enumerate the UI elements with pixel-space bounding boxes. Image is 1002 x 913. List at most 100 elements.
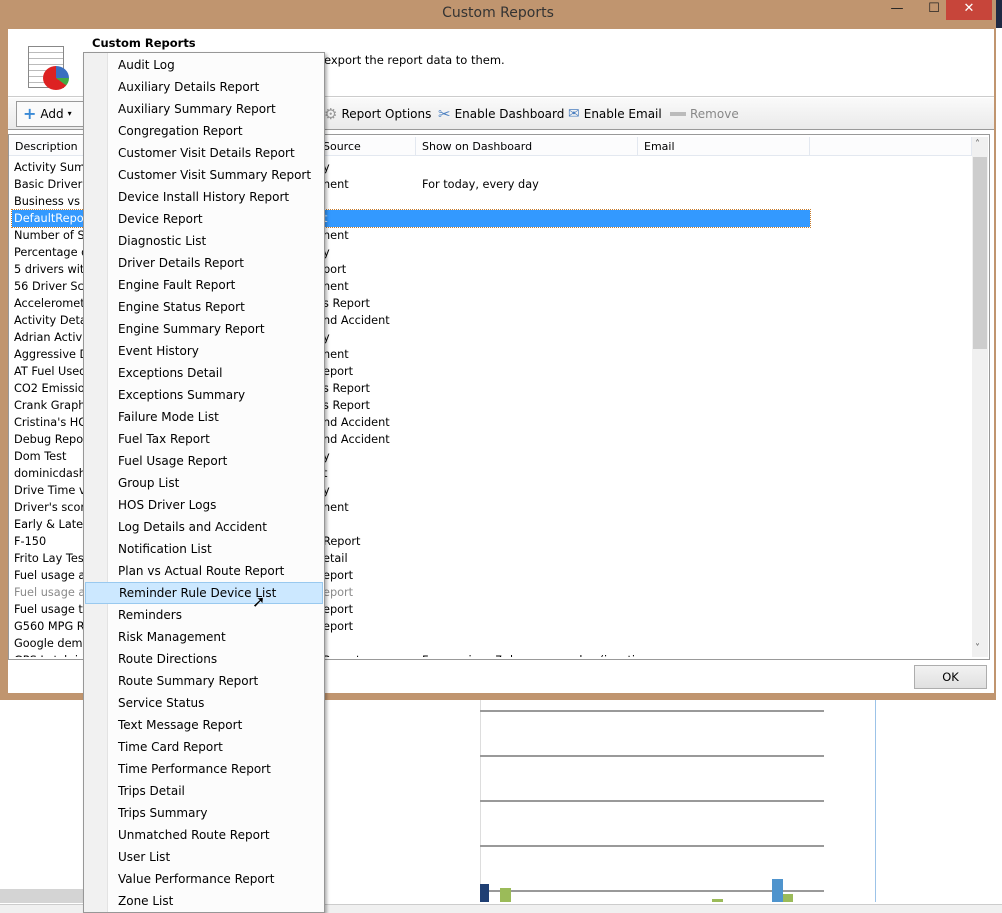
- menu-item[interactable]: Failure Mode List: [85, 406, 323, 428]
- scroll-down-icon[interactable]: ˅: [975, 643, 980, 654]
- background-edge: [996, 0, 1002, 28]
- menu-item[interactable]: Event History: [85, 340, 323, 362]
- plus-icon: +: [23, 104, 37, 123]
- gear-icon: ⚙: [324, 105, 338, 123]
- menu-item[interactable]: Engine Summary Report: [85, 318, 323, 340]
- menu-item[interactable]: Exceptions Summary: [85, 384, 323, 406]
- chart-bar: [500, 888, 511, 902]
- column-header-email[interactable]: Email: [638, 137, 810, 156]
- column-header-filler: [810, 137, 972, 156]
- menu-item[interactable]: Plan vs Actual Route Report: [85, 560, 323, 582]
- panel-divider: [875, 700, 876, 902]
- pie-chart-icon: [43, 66, 69, 90]
- enable-email-button[interactable]: ✉ Enable Email: [568, 104, 662, 124]
- report-options-button[interactable]: ⚙ Report Options: [324, 104, 431, 124]
- menu-item[interactable]: Log Details and Accident: [85, 516, 323, 538]
- report-options-label: Report Options: [341, 107, 432, 121]
- cell-source: eport: [323, 365, 354, 378]
- minus-icon: [670, 112, 686, 116]
- menu-item[interactable]: Device Report: [85, 208, 323, 230]
- cell-source: Report: [323, 535, 361, 548]
- menu-item[interactable]: Auxiliary Details Report: [85, 76, 323, 98]
- chart-gridline: [480, 755, 824, 757]
- cell-source: eport: [323, 569, 354, 582]
- ok-button[interactable]: OK: [914, 665, 987, 689]
- menu-item[interactable]: Fuel Tax Report: [85, 428, 323, 450]
- cell-source: s Report: [323, 297, 370, 310]
- menu-item[interactable]: Engine Fault Report: [85, 274, 323, 296]
- menu-item[interactable]: Exceptions Detail: [85, 362, 323, 384]
- scroll-up-icon[interactable]: ˄: [975, 139, 980, 150]
- cell-source: y: [323, 161, 330, 174]
- cell-source: nent: [323, 229, 349, 242]
- header-title: Custom Reports: [92, 36, 196, 50]
- menu-item[interactable]: User List: [85, 846, 323, 868]
- cell-source: nent: [323, 501, 349, 514]
- cell-source: Report: [323, 652, 417, 657]
- cell-dashboard: For previous 7 days, every day (inactive…: [422, 652, 642, 657]
- cell-source: y: [323, 450, 330, 463]
- cell-source: eport: [323, 620, 354, 633]
- cell-source: port: [323, 263, 347, 276]
- menu-item[interactable]: Trips Detail: [85, 780, 323, 802]
- menu-item[interactable]: Route Directions: [85, 648, 323, 670]
- add-button[interactable]: + Add ▾: [16, 101, 86, 127]
- cell-source: t: [323, 467, 328, 480]
- cell-source: eport: [323, 603, 354, 616]
- menu-item[interactable]: Group List: [85, 472, 323, 494]
- remove-button[interactable]: Remove: [670, 104, 739, 124]
- menu-item[interactable]: Trips Summary: [85, 802, 323, 824]
- menu-item[interactable]: Notification List: [85, 538, 323, 560]
- chart-bar: [480, 884, 489, 902]
- cell-source: nent: [323, 178, 349, 191]
- mouse-cursor-icon: ➚: [252, 592, 266, 611]
- menu-item[interactable]: Congregation Report: [85, 120, 323, 142]
- menu-item[interactable]: Zone List: [85, 890, 323, 912]
- menu-item[interactable]: Engine Status Report: [85, 296, 323, 318]
- menu-item[interactable]: Audit Log: [85, 54, 323, 76]
- menu-item[interactable]: Unmatched Route Report: [85, 824, 323, 846]
- cell-source: nent: [323, 280, 349, 293]
- menu-item[interactable]: Diagnostic List: [85, 230, 323, 252]
- cell-source: s Report: [323, 382, 370, 395]
- menu-item[interactable]: Reminder Rule Device List: [85, 582, 323, 604]
- menu-item[interactable]: Driver Details Report: [85, 252, 323, 274]
- cell-source: nent: [323, 348, 349, 361]
- menu-item[interactable]: Fuel Usage Report: [85, 450, 323, 472]
- menu-item[interactable]: Value Performance Report: [85, 868, 323, 890]
- chart-bar: [772, 879, 783, 902]
- header-description: export the report data to them.: [324, 53, 505, 67]
- menu-item[interactable]: Route Summary Report: [85, 670, 323, 692]
- column-header-dashboard[interactable]: Show on Dashboard: [416, 137, 638, 156]
- chart-gridline: [480, 710, 824, 712]
- menu-item[interactable]: Text Message Report: [85, 714, 323, 736]
- menu-item[interactable]: Service Status: [85, 692, 323, 714]
- window-title: Custom Reports: [442, 5, 554, 21]
- chart-gridline: [480, 845, 824, 847]
- scrollbar-thumb[interactable]: [973, 157, 987, 349]
- cell-source: y: [323, 331, 330, 344]
- enable-dashboard-button[interactable]: ✂ Enable Dashboard: [438, 104, 564, 124]
- column-header-source[interactable]: Source: [322, 137, 416, 156]
- chart-bar: [712, 899, 723, 902]
- menu-item[interactable]: Customer Visit Summary Report: [85, 164, 323, 186]
- minimize-button[interactable]: —: [880, 0, 914, 20]
- cell-source: nd Accident: [323, 416, 390, 429]
- menu-item[interactable]: Reminders: [85, 604, 323, 626]
- tools-icon: ✂: [438, 105, 451, 123]
- close-button[interactable]: ✕: [946, 0, 992, 20]
- menu-item[interactable]: HOS Driver Logs: [85, 494, 323, 516]
- horizontal-scrollbar[interactable]: [0, 889, 85, 903]
- cell-source: s Report: [323, 399, 370, 412]
- menu-item[interactable]: Auxiliary Summary Report: [85, 98, 323, 120]
- cell-source: y: [323, 246, 330, 259]
- menu-item[interactable]: Customer Visit Details Report: [85, 142, 323, 164]
- cell-source: nd Accident: [323, 314, 390, 327]
- menu-item[interactable]: Risk Management: [85, 626, 323, 648]
- cell-source: y: [323, 484, 330, 497]
- menu-item[interactable]: Device Install History Report: [85, 186, 323, 208]
- chart-gridline: [480, 800, 824, 802]
- menu-item[interactable]: Time Performance Report: [85, 758, 323, 780]
- menu-item[interactable]: Time Card Report: [85, 736, 323, 758]
- dropdown-arrow-icon: ▾: [67, 109, 72, 118]
